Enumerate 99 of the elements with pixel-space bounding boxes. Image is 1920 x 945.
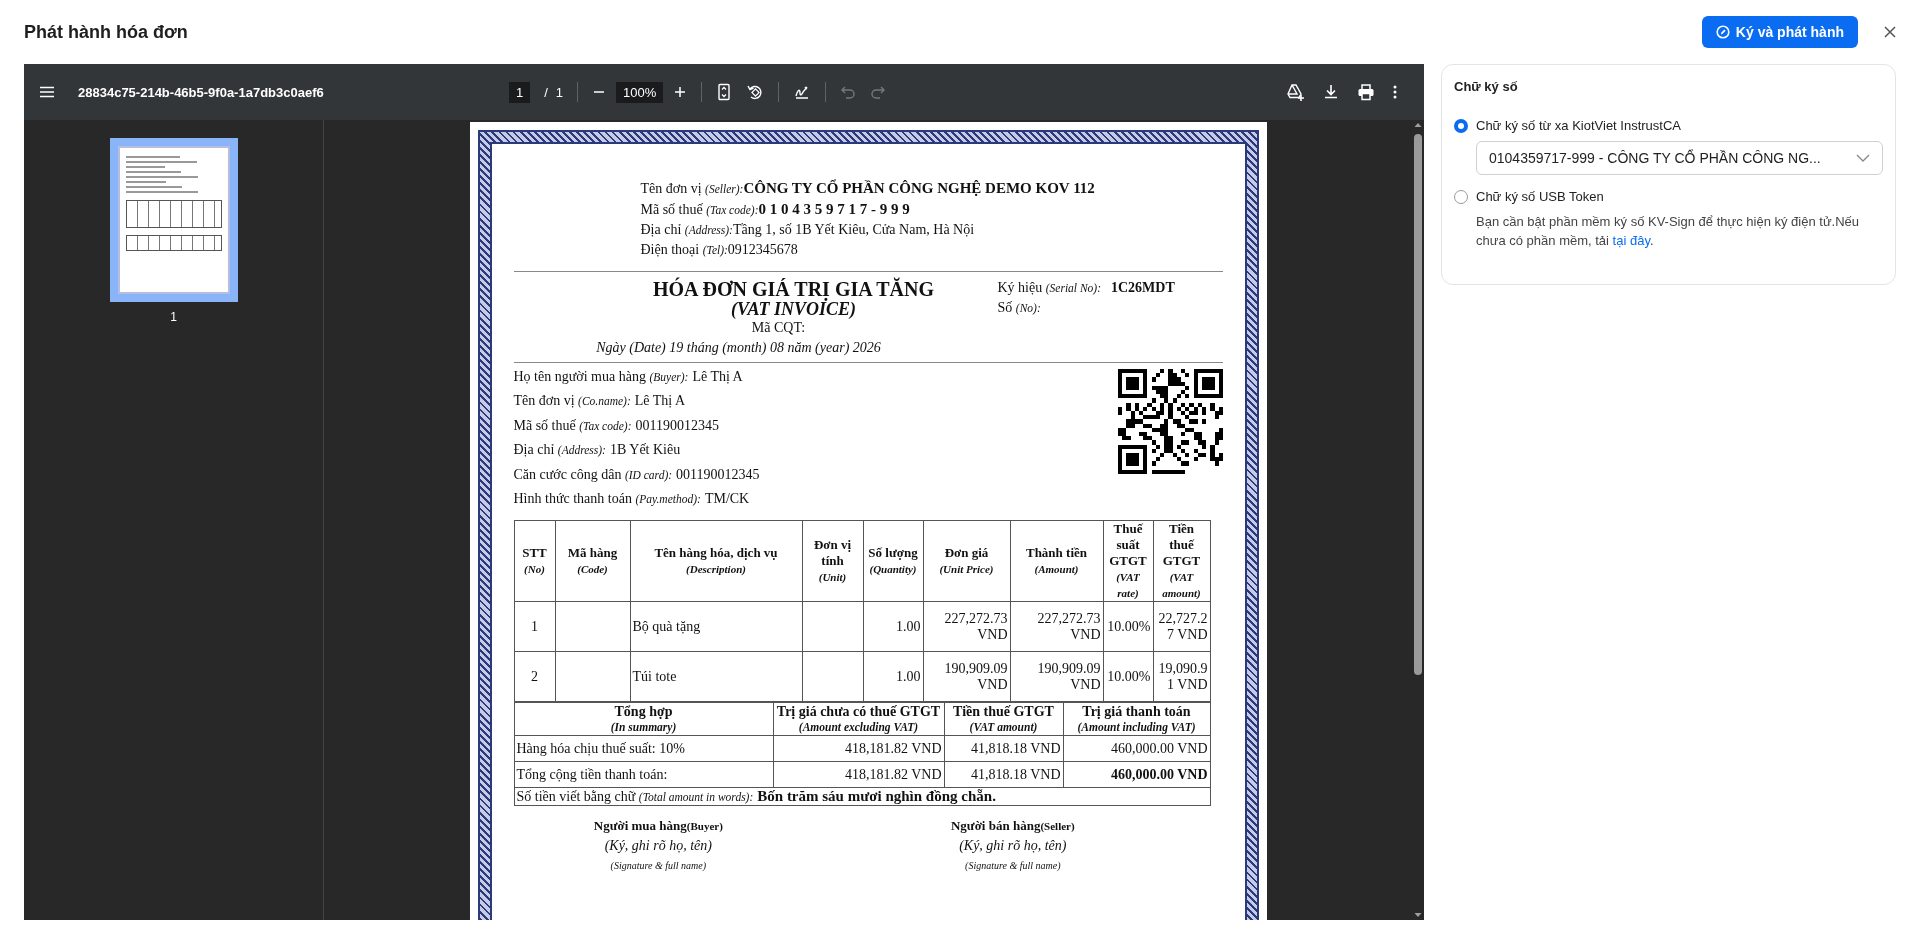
- fit-page-icon[interactable]: [716, 83, 733, 101]
- more-icon[interactable]: [1392, 84, 1398, 100]
- signature-title: Người bán hàng(Seller): [951, 817, 1075, 836]
- table-cell: 2: [531, 668, 538, 684]
- signature-hint: (Signature & full name): [610, 859, 706, 874]
- field-label: Số (No):: [997, 300, 1041, 315]
- column-header: Tiền thuế GTGT (VAT amount): [1161, 521, 1202, 602]
- table-cell: 10.00%: [1107, 668, 1151, 684]
- field-value: Lê Thị A: [692, 369, 743, 384]
- drive-add-icon[interactable]: [1285, 82, 1305, 102]
- table-cell: 1.00: [896, 618, 921, 634]
- field-value: 0 1 0 4 3 5 9 7 1 7 - 9 9 9: [758, 201, 910, 217]
- signature-hint: (Ký, ghi rõ họ, tên): [959, 837, 1067, 856]
- page-number-field[interactable]: 1: [509, 81, 531, 103]
- column-header: STT (No): [521, 545, 548, 578]
- dialog-title: Phát hành hóa đơn: [24, 21, 188, 43]
- table-cell: 10.00%: [1107, 618, 1151, 634]
- print-icon[interactable]: [1357, 83, 1375, 101]
- table-cell: Bộ quà tặng: [632, 618, 701, 634]
- table-cell: 41,818.18 VND: [970, 740, 1061, 756]
- field-value: Bốn trăm sáu mươi nghìn đồng chẵn.: [757, 788, 996, 805]
- field-label: Ký hiệu (Serial No):: [997, 280, 1101, 295]
- page-count: 1: [555, 84, 564, 100]
- field-label: Mã số thuế (Tax code):: [513, 417, 632, 433]
- zoom-in-icon[interactable]: [673, 85, 688, 99]
- page-separator: /: [544, 84, 548, 100]
- column-header: Số lượng (Quantity): [867, 545, 919, 578]
- field-value: 0912345678: [727, 242, 798, 257]
- field-label: Căn cước công dân (ID card):: [513, 466, 673, 482]
- column-header: Trị giá chưa có thuế GTGT (Amount excluding VAT): [775, 703, 942, 735]
- zoom-field[interactable]: 100%: [616, 81, 664, 103]
- install-hint: Bạn cần bật phần mềm ký số KV-Sign để thực hiện ký điện tử.Nếu chưa có phần mềm, tải tại đây.: [1476, 213, 1861, 250]
- table-cell: 19,090.91 VND: [1158, 660, 1208, 692]
- radio-option[interactable]: Chữ ký số USB Token: [1454, 189, 1883, 204]
- table-cell: 22,727.27 VND: [1158, 610, 1208, 642]
- field-value: Tầng 1, số 1B Yết Kiêu, Cửa Nam, Hà Nội: [732, 222, 975, 237]
- table-cell: 1: [531, 618, 538, 634]
- field-label: Điện thoại (Tel):: [640, 242, 728, 257]
- invoice-subtitle: (VAT INVOICE): [729, 300, 858, 318]
- field-label: Họ tên người mua hàng (Buyer):: [513, 369, 689, 384]
- signature-hint: (Ký, ghi rõ họ, tên): [604, 837, 712, 856]
- column-header: Tên hàng hóa, dịch vụ (Description): [653, 545, 779, 578]
- close-icon[interactable]: [1884, 26, 1896, 38]
- table-cell: 227,272.73 VND: [1037, 610, 1101, 642]
- download-icon[interactable]: [1322, 83, 1340, 101]
- field-label: Số tiền viết bằng chữ (Total amount in words):: [516, 789, 754, 805]
- column-header: Đơn giá (Unit Price): [938, 545, 995, 578]
- signature-title: Người mua hàng(Buyer): [593, 817, 723, 836]
- column-header: Trị giá thanh toán (Amount including VAT): [1076, 703, 1197, 735]
- file-name: 28834c75-214b-46b5-9f0a-1a7db3c0aef6: [78, 84, 324, 100]
- field-label: Mã số thuế (Tax code):: [640, 202, 759, 217]
- sign-and-issue-button[interactable]: Ký và phát hành: [1701, 16, 1858, 48]
- scrollbar[interactable]: [1412, 120, 1424, 920]
- field-label: Tên đơn vị (Co.name):: [513, 393, 631, 409]
- authority-code-label: Mã CQT:: [750, 319, 807, 337]
- table-cell: Tổng cộng tiền thanh toán:: [516, 766, 668, 782]
- column-header: Tổng hợp (In summary): [609, 703, 678, 735]
- scrollbar-thumb[interactable]: [1414, 134, 1422, 675]
- invoice-date: Ngày (Date) 19 tháng (month) 08 năm (year) 2026: [595, 339, 882, 357]
- field-value: 1C26MDT: [1111, 280, 1175, 295]
- table-cell: 190,909.09 VND: [1037, 660, 1101, 692]
- thumbnail-label: 1: [170, 310, 177, 324]
- download-link[interactable]: tại đây: [1612, 233, 1650, 248]
- signature-hint: (Signature & full name): [965, 859, 1061, 874]
- field-label: Địa chỉ (Address):: [640, 222, 733, 237]
- table-cell: 418,181.82 VND: [844, 766, 942, 782]
- chevron-down-icon: [1856, 154, 1870, 162]
- field-label: Hình thức thanh toán (Pay.method):: [513, 491, 701, 507]
- field-value: Lê Thị A: [634, 393, 686, 409]
- page-thumbnail[interactable]: [109, 138, 238, 302]
- table-cell: 1.00: [896, 668, 921, 684]
- field-value: TM/CK: [704, 491, 750, 507]
- field-label: Địa chỉ (Address):: [513, 442, 606, 458]
- column-header: Mã hàng (Code): [566, 545, 619, 578]
- field-label: Tên đơn vị (Seller):: [640, 181, 744, 196]
- table-cell: 460,000.00 VND: [1110, 740, 1208, 756]
- certificate-select[interactable]: 0104359717-999 - CÔNG TY CỔ PHẦN CÔNG NG...: [1476, 141, 1883, 175]
- radio-icon[interactable]: [1454, 189, 1468, 204]
- column-header: Tiền thuế GTGT (VAT amount): [952, 703, 1055, 735]
- table-cell: 190,909.09 VND: [944, 660, 1008, 692]
- rotate-icon[interactable]: [746, 83, 765, 101]
- radio-option[interactable]: Chữ ký số từ xa KiotViet InstrustCA: [1454, 118, 1883, 133]
- field-value: 001190012345: [676, 466, 760, 482]
- card-title: Chữ ký số: [1454, 79, 1519, 94]
- radio-icon[interactable]: [1454, 118, 1468, 133]
- field-value: CÔNG TY CỔ PHẦN CÔNG NGHỆ DEMO KOV 112: [743, 180, 1095, 196]
- table-cell: Hàng hóa chịu thuế suất: 10%: [516, 740, 685, 756]
- table-cell: 41,818.18 VND: [970, 766, 1061, 782]
- column-header: Đơn vị tính (Unit): [812, 537, 853, 586]
- column-header: Thuế suất GTGT (VAT rate): [1108, 521, 1148, 602]
- table-cell: Túi tote: [632, 668, 677, 684]
- table-cell: 418,181.82 VND: [844, 740, 942, 756]
- field-value: 1B Yết Kiêu: [609, 442, 681, 458]
- invoice-title: HÓA ĐƠN GIÁ TRỊ GIA TĂNG: [652, 278, 935, 300]
- pen-circle-icon: [1715, 25, 1730, 39]
- table-cell: 227,272.73 VND: [944, 610, 1008, 642]
- column-header: Thành tiền (Amount): [1024, 545, 1089, 578]
- field-value: 001190012345: [635, 417, 719, 433]
- table-cell: 460,000.00 VND: [1110, 766, 1208, 782]
